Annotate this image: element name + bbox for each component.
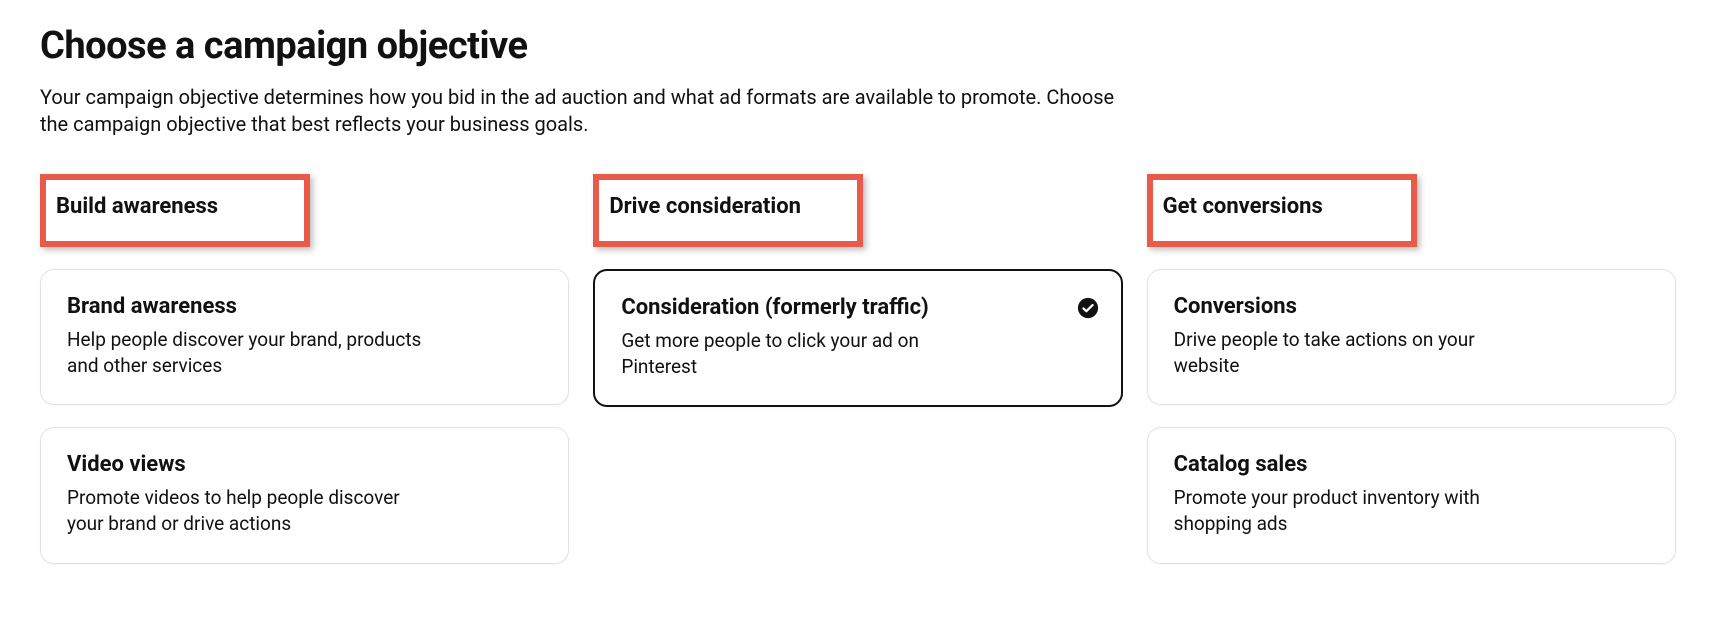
option-title: Video views (67, 452, 542, 477)
column-heading: Drive consideration (609, 194, 831, 219)
option-consideration[interactable]: Consideration (formerly traffic) Get mor… (593, 269, 1122, 407)
page-title: Choose a campaign objective (40, 24, 1676, 68)
option-catalog-sales[interactable]: Catalog sales Promote your product inven… (1147, 427, 1676, 563)
column-build-awareness: Build awareness Brand awareness Help peo… (40, 174, 569, 586)
option-desc: Promote your product inventory with shop… (1174, 485, 1534, 536)
option-video-views[interactable]: Video views Promote videos to help peopl… (40, 427, 569, 563)
option-title: Consideration (formerly traffic) (621, 295, 1094, 320)
column-heading-highlight: Drive consideration (593, 174, 863, 247)
column-heading: Get conversions (1163, 194, 1385, 219)
column-heading: Build awareness (56, 194, 278, 219)
column-heading-highlight: Get conversions (1147, 174, 1417, 247)
option-conversions[interactable]: Conversions Drive people to take actions… (1147, 269, 1676, 405)
option-brand-awareness[interactable]: Brand awareness Help people discover you… (40, 269, 569, 405)
selected-check-icon (1077, 297, 1099, 319)
option-desc: Drive people to take actions on your web… (1174, 327, 1534, 378)
option-desc: Promote videos to help people discover y… (67, 485, 427, 536)
column-get-conversions: Get conversions Conversions Drive people… (1147, 174, 1676, 586)
column-drive-consideration: Drive consideration Consideration (forme… (593, 174, 1122, 586)
option-title: Brand awareness (67, 294, 542, 319)
option-desc: Get more people to click your ad on Pint… (621, 328, 981, 379)
option-title: Catalog sales (1174, 452, 1649, 477)
column-heading-highlight: Build awareness (40, 174, 310, 247)
option-title: Conversions (1174, 294, 1649, 319)
page-description: Your campaign objective determines how y… (40, 84, 1140, 138)
option-desc: Help people discover your brand, product… (67, 327, 427, 378)
objective-columns: Build awareness Brand awareness Help peo… (40, 174, 1676, 586)
